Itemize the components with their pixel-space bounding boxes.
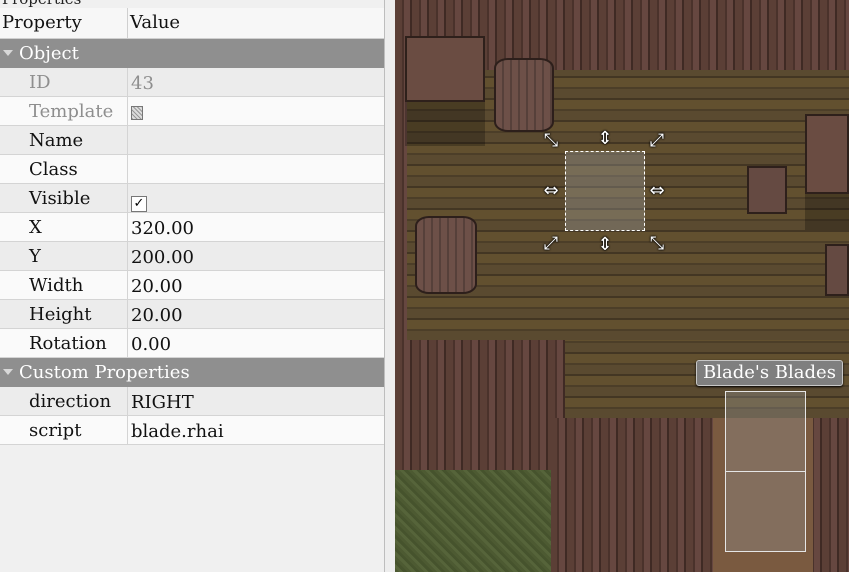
property-row-y[interactable]: Y 200.00 (0, 242, 384, 271)
collapse-triangle-icon[interactable] (3, 50, 13, 56)
map-canvas[interactable]: ⤡ ⇕ ⤢ ⇔ ⇔ ⤢ ⇕ ⤡ Blade's Blades (395, 0, 849, 572)
name-field[interactable] (127, 126, 383, 154)
property-value: 43 (127, 68, 383, 96)
property-key: direction (29, 391, 112, 412)
resize-handle-ne-icon[interactable]: ⤢ (646, 130, 668, 152)
object-name-label: Blade's Blades (696, 360, 843, 386)
table (805, 114, 849, 194)
direction-field[interactable]: RIGHT (127, 387, 383, 415)
property-key: Width (29, 275, 84, 296)
class-field[interactable] (127, 155, 383, 183)
resize-handle-nw-icon[interactable]: ⤡ (540, 130, 562, 152)
rotation-field[interactable]: 0.00 (127, 329, 383, 357)
property-key: Class (29, 159, 78, 180)
property-key: Name (29, 130, 84, 151)
stool (825, 244, 849, 296)
npc-object[interactable] (725, 391, 806, 552)
property-row-x[interactable]: X 320.00 (0, 213, 384, 242)
group-label: Object (19, 43, 79, 64)
resize-handle-s-icon[interactable]: ⇕ (594, 234, 616, 256)
width-field[interactable]: 20.00 (127, 271, 383, 299)
y-field[interactable]: 200.00 (127, 242, 383, 270)
property-row-width[interactable]: Width 20.00 (0, 271, 384, 300)
stool (747, 166, 787, 214)
property-key: X (29, 217, 42, 238)
properties-panel: Properties □ × Property Value Object ID … (0, 0, 384, 572)
group-label: Custom Properties (19, 362, 190, 383)
property-row-name[interactable]: Name (0, 126, 384, 155)
height-field[interactable]: 20.00 (127, 300, 383, 328)
property-table-header: Property Value (0, 8, 384, 39)
column-header-property[interactable]: Property (2, 8, 82, 38)
property-row-height[interactable]: Height 20.00 (0, 300, 384, 329)
property-row-visible[interactable]: Visible ✓ (0, 184, 384, 213)
table (405, 36, 485, 102)
property-key: Y (29, 246, 41, 267)
script-field[interactable]: blade.rhai (127, 416, 383, 444)
wall-tiles (395, 340, 565, 470)
panel-window-buttons[interactable]: □ × (363, 0, 384, 1)
property-row-script[interactable]: script blade.rhai (0, 416, 384, 445)
panel-splitter[interactable] (384, 0, 395, 572)
selected-object[interactable] (565, 151, 645, 231)
resize-handle-w-icon[interactable]: ⇔ (540, 180, 562, 202)
x-field[interactable]: 320.00 (127, 213, 383, 241)
tile-divider (726, 471, 805, 472)
group-custom-properties[interactable]: Custom Properties (0, 358, 384, 387)
resize-handle-sw-icon[interactable]: ⤢ (540, 233, 562, 255)
property-key: Rotation (29, 333, 107, 354)
property-row-class[interactable]: Class (0, 155, 384, 184)
barrel (494, 58, 554, 132)
column-header-value[interactable]: Value (127, 8, 380, 38)
table-shadow (805, 194, 849, 230)
property-key: Visible (29, 188, 91, 209)
property-key: ID (29, 72, 51, 93)
property-value[interactable] (127, 97, 383, 125)
grass-tiles (395, 470, 551, 572)
property-key: Template (29, 101, 114, 122)
resize-handle-e-icon[interactable]: ⇔ (646, 180, 668, 202)
panel-title: Properties (2, 0, 81, 8)
property-row-rotation[interactable]: Rotation 0.00 (0, 329, 384, 358)
table-shadow (405, 102, 485, 146)
property-key: script (29, 420, 82, 441)
barrel (415, 216, 477, 294)
group-object[interactable]: Object (0, 39, 384, 68)
property-row-id: ID 43 (0, 68, 384, 97)
panel-titlebar: Properties □ × (0, 0, 384, 7)
property-row-direction[interactable]: direction RIGHT (0, 387, 384, 416)
wall-tiles (550, 418, 725, 572)
property-key: Height (29, 304, 92, 325)
property-row-template[interactable]: Template (0, 97, 384, 126)
visible-checkbox[interactable]: ✓ (131, 196, 147, 212)
collapse-triangle-icon[interactable] (3, 369, 13, 375)
visible-value: ✓ (127, 184, 383, 212)
template-icon[interactable] (131, 106, 143, 120)
resize-handle-n-icon[interactable]: ⇕ (594, 128, 616, 150)
resize-handle-se-icon[interactable]: ⤡ (646, 233, 668, 255)
